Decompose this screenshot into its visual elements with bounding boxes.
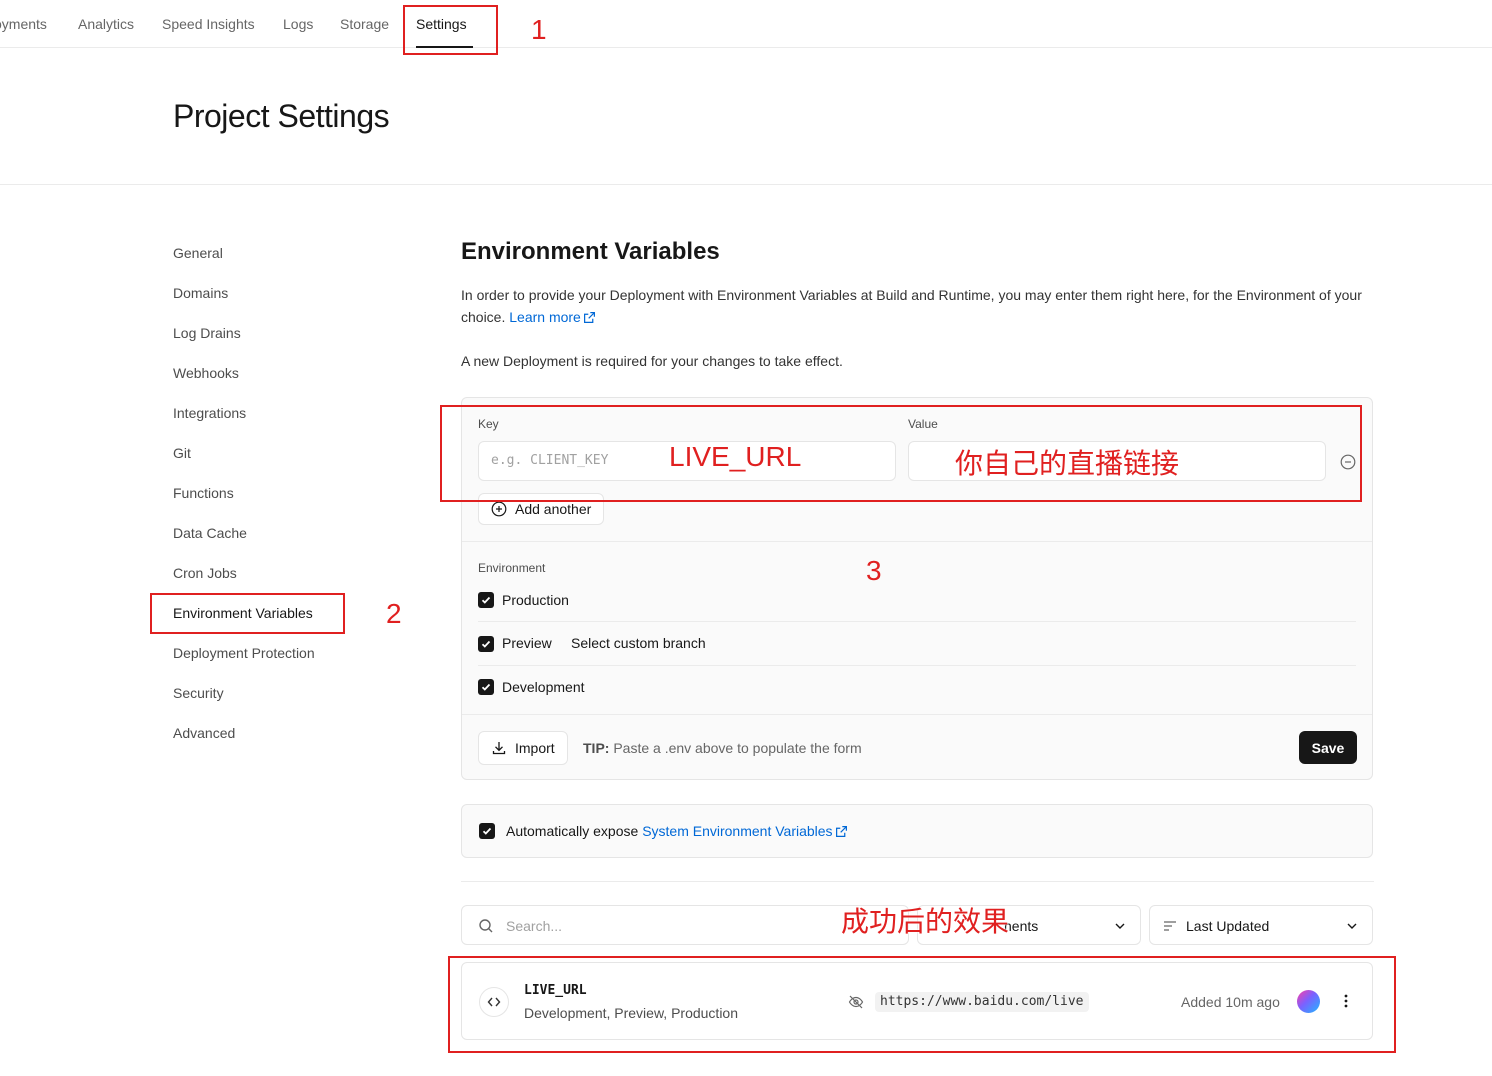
annotation-value-text: 你自己的直播链接 [955,447,1180,480]
annotation-number-1: 1 [531,14,547,45]
chevron-down-icon [1347,923,1357,929]
top-nav: oyments Analytics Speed Insights Logs St… [0,0,1492,48]
check-icon [481,683,491,691]
sidebar-item-data-cache[interactable]: Data Cache [173,525,247,542]
search-icon [479,919,493,933]
select-custom-branch-link[interactable]: Select custom branch [571,635,706,652]
production-checkbox[interactable] [478,592,494,608]
development-checkbox[interactable] [478,679,494,695]
check-icon [481,596,491,604]
sidebar-item-git[interactable]: Git [173,445,191,462]
check-icon [482,827,492,835]
expose-label: Automatically expose [506,823,639,839]
form-divider [462,541,1372,542]
tip-text: TIP: Paste a .env above to populate the … [583,740,862,757]
import-button[interactable]: Import [478,731,568,765]
redeploy-note: A new Deployment is required for your ch… [461,353,843,369]
system-env-vars-label: System Environment Variables [642,823,833,839]
annotation-box-env-vars [150,593,345,634]
sort-label: Last Updated [1186,918,1270,934]
sidebar-item-webhooks[interactable]: Webhooks [173,365,239,382]
sidebar-item-functions[interactable]: Functions [173,485,234,502]
production-label: Production [502,592,569,608]
tab-speed-insights[interactable]: Speed Insights [162,16,255,33]
annotation-number-3: 3 [866,555,882,586]
sidebar-item-advanced[interactable]: Advanced [173,725,235,742]
page-title: Project Settings [173,98,390,134]
annotation-box-form [440,405,1362,502]
sort-lines-icon [1164,921,1176,931]
expose-system-vars-card: Automatically expose System Environment … [461,804,1373,858]
download-icon [492,742,506,755]
environment-label: Environment [478,561,546,575]
row-divider [478,621,1356,622]
check-icon [481,640,491,648]
tip-label: TIP: [583,740,610,756]
expose-checkbox[interactable] [479,823,495,839]
tip-body: Paste a .env above to populate the form [613,740,862,756]
environment-filter-label: nents [1004,918,1039,934]
annotation-result-text: 成功后的效果 [841,905,1010,938]
external-link-icon [583,312,595,323]
learn-more-label: Learn more [509,309,581,325]
system-env-vars-link[interactable]: System Environment Variables [642,823,847,839]
import-label: Import [515,740,555,756]
development-label: Development [502,679,585,695]
tab-deployments[interactable]: oyments [0,16,47,33]
row-divider [478,665,1356,666]
sidebar-item-integrations[interactable]: Integrations [173,405,246,422]
expose-text: Automatically expose System Environment … [506,823,848,840]
tab-storage[interactable]: Storage [340,16,389,33]
preview-checkbox[interactable] [478,636,494,652]
form-footer-divider [462,714,1372,715]
section-description: In order to provide your Deployment with… [461,284,1376,328]
annotation-key-text: LIVE_URL [669,441,802,472]
sidebar-item-domains[interactable]: Domains [173,285,228,302]
plus-circle-icon [491,501,507,517]
add-another-label: Add another [515,501,592,517]
sidebar-item-security[interactable]: Security [173,685,224,702]
annotation-box-settings [403,5,498,55]
sidebar-item-log-drains[interactable]: Log Drains [173,325,241,342]
sidebar-item-general[interactable]: General [173,245,223,262]
section-title: Environment Variables [461,238,720,265]
preview-label: Preview [502,635,552,651]
save-button[interactable]: Save [1299,731,1357,764]
learn-more-link[interactable]: Learn more [509,309,596,325]
search-placeholder: Search... [506,918,563,934]
annotation-box-result [448,956,1396,1053]
sort-select[interactable]: Last Updated [1149,905,1373,945]
sidebar-item-deployment-protection[interactable]: Deployment Protection [173,645,315,662]
tab-logs[interactable]: Logs [283,16,313,33]
chevron-down-icon [1115,923,1125,929]
description-text: In order to provide your Deployment with… [461,287,1362,325]
annotation-number-2: 2 [386,598,402,629]
tab-analytics[interactable]: Analytics [78,16,134,33]
external-link-icon [835,826,847,837]
list-divider [461,881,1374,882]
header-divider [0,184,1492,185]
sidebar-item-cron-jobs[interactable]: Cron Jobs [173,565,237,582]
